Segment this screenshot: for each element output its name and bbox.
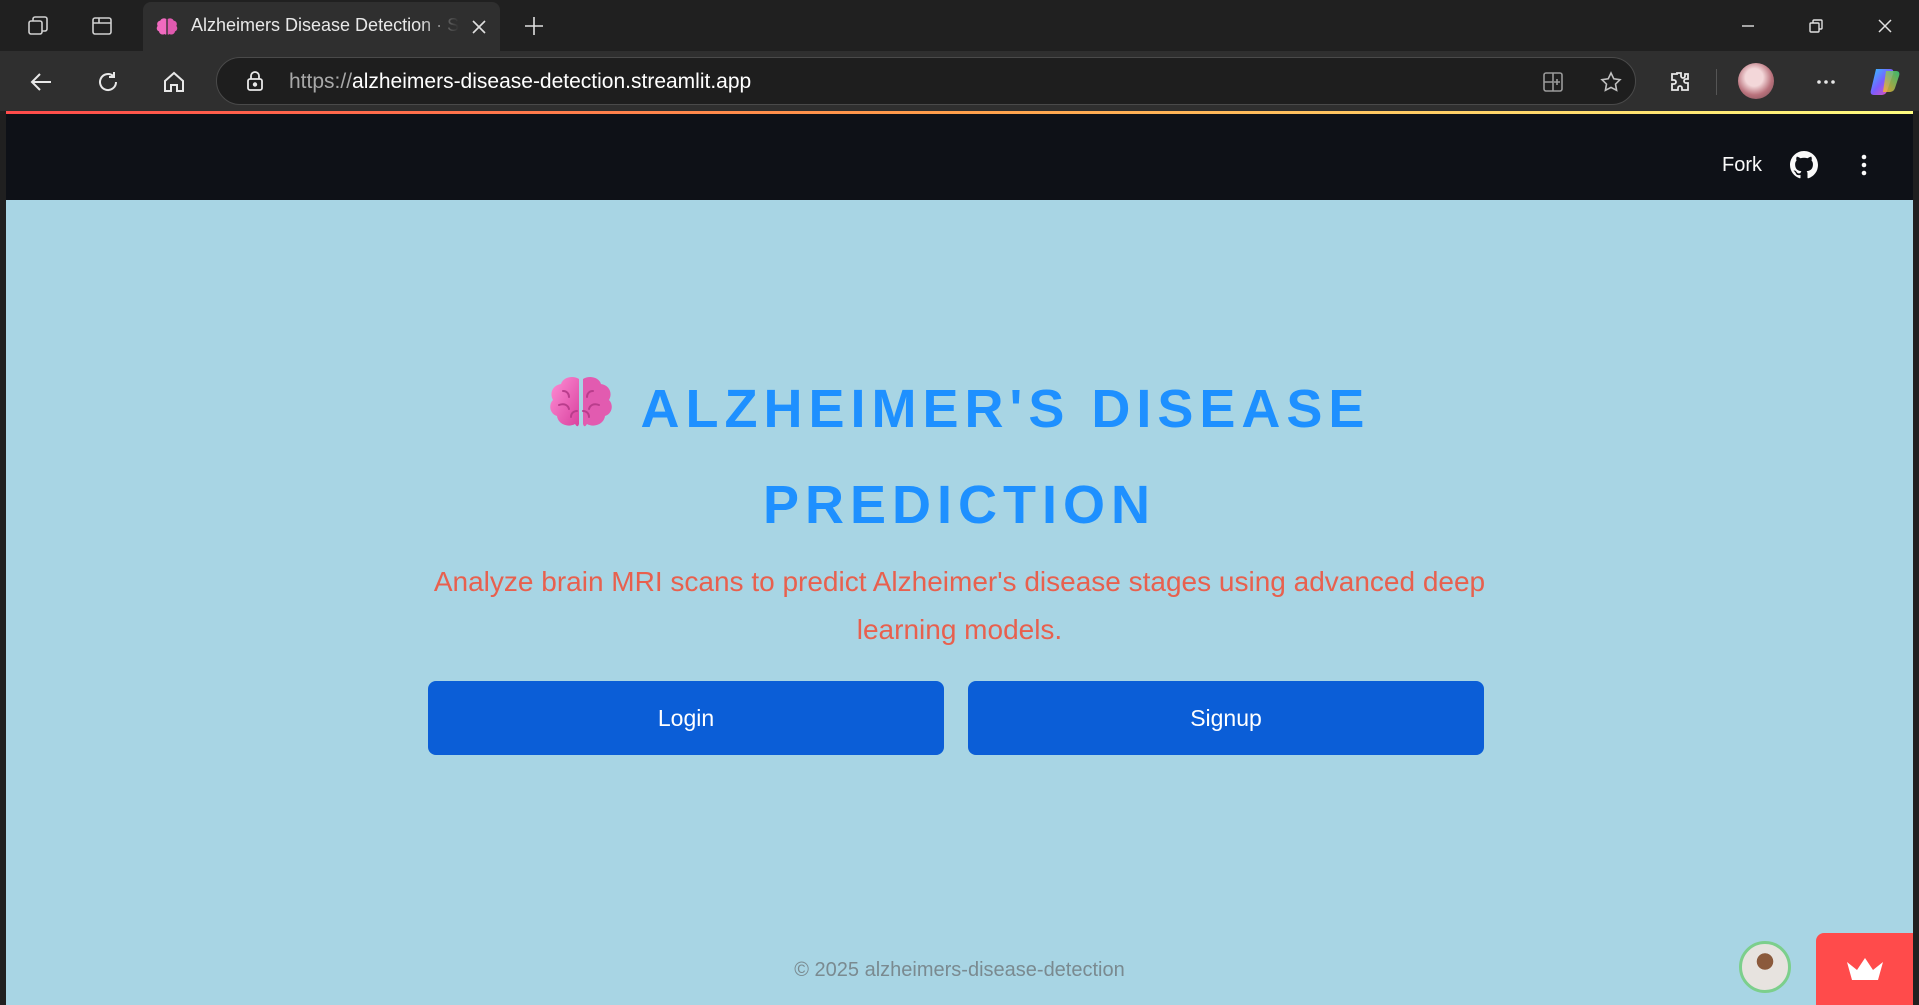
- subtitle-line2: learning models.: [856, 614, 1063, 645]
- brain-icon: [549, 367, 613, 427]
- fork-button[interactable]: Fork: [1722, 154, 1762, 177]
- window-close-icon[interactable]: [1850, 0, 1919, 51]
- page-subtitle: Analyze brain MRI scans to predict Alzhe…: [6, 558, 1913, 654]
- url-scheme: https://: [289, 70, 353, 93]
- back-icon[interactable]: [24, 64, 60, 100]
- browser-tab-strip: Alzheimers Disease Detection · Streamlit: [0, 0, 1919, 51]
- footer-copyright: © 2025 alzheimers-disease-detection: [794, 959, 1125, 981]
- subtitle-line1: Analyze brain MRI scans to predict Alzhe…: [433, 566, 1486, 597]
- favorite-star-icon[interactable]: [1597, 68, 1625, 96]
- profile-avatar[interactable]: [1738, 63, 1774, 99]
- login-button[interactable]: Login: [428, 681, 944, 755]
- streamlit-crown-icon: [1846, 958, 1883, 980]
- github-icon[interactable]: [1790, 151, 1818, 179]
- active-tab[interactable]: Alzheimers Disease Detection · Streamlit: [143, 2, 500, 51]
- extensions-icon[interactable]: [1662, 64, 1698, 100]
- lock-icon[interactable]: [243, 69, 267, 93]
- restore-icon[interactable]: [1781, 0, 1851, 51]
- brain-icon: [155, 15, 179, 39]
- browser-toolbar: https://alzheimers-disease-detection.str…: [0, 51, 1919, 111]
- signup-button[interactable]: Signup: [968, 681, 1484, 755]
- address-bar[interactable]: https://alzheimers-disease-detection.str…: [216, 57, 1636, 105]
- minimize-icon[interactable]: [1713, 0, 1783, 51]
- plus-icon[interactable]: [518, 10, 550, 42]
- kebab-menu-icon[interactable]: [1854, 151, 1874, 179]
- copilot-icon[interactable]: [1868, 65, 1902, 97]
- url-text[interactable]: https://alzheimers-disease-detection.str…: [289, 70, 751, 94]
- toolbar-divider: [1716, 69, 1717, 95]
- tab-actions-icon[interactable]: [86, 10, 118, 42]
- split-screen-icon[interactable]: [1539, 68, 1567, 96]
- home-icon[interactable]: [156, 64, 192, 100]
- close-icon[interactable]: [466, 14, 492, 40]
- creator-avatar[interactable]: [1739, 941, 1791, 993]
- streamlit-badge[interactable]: [1816, 933, 1913, 1005]
- refresh-icon[interactable]: [90, 64, 126, 100]
- page-viewport: Fork ALZHEIMER'S DISEASE PREDICTION Anal…: [6, 111, 1913, 1005]
- url-host: alzheimers-disease-detection.streamlit.a…: [352, 70, 752, 93]
- streamlit-header: Fork: [6, 114, 1913, 200]
- page-title-line2: PREDICTION: [762, 475, 1157, 535]
- more-icon[interactable]: [1808, 64, 1844, 100]
- page-title: ALZHEIMER'S DISEASE PREDICTION: [6, 361, 1913, 553]
- page-title-line1: ALZHEIMER'S DISEASE: [640, 379, 1371, 439]
- tab-title: Alzheimers Disease Detection · Streamlit: [191, 15, 459, 35]
- workspaces-icon[interactable]: [22, 10, 54, 42]
